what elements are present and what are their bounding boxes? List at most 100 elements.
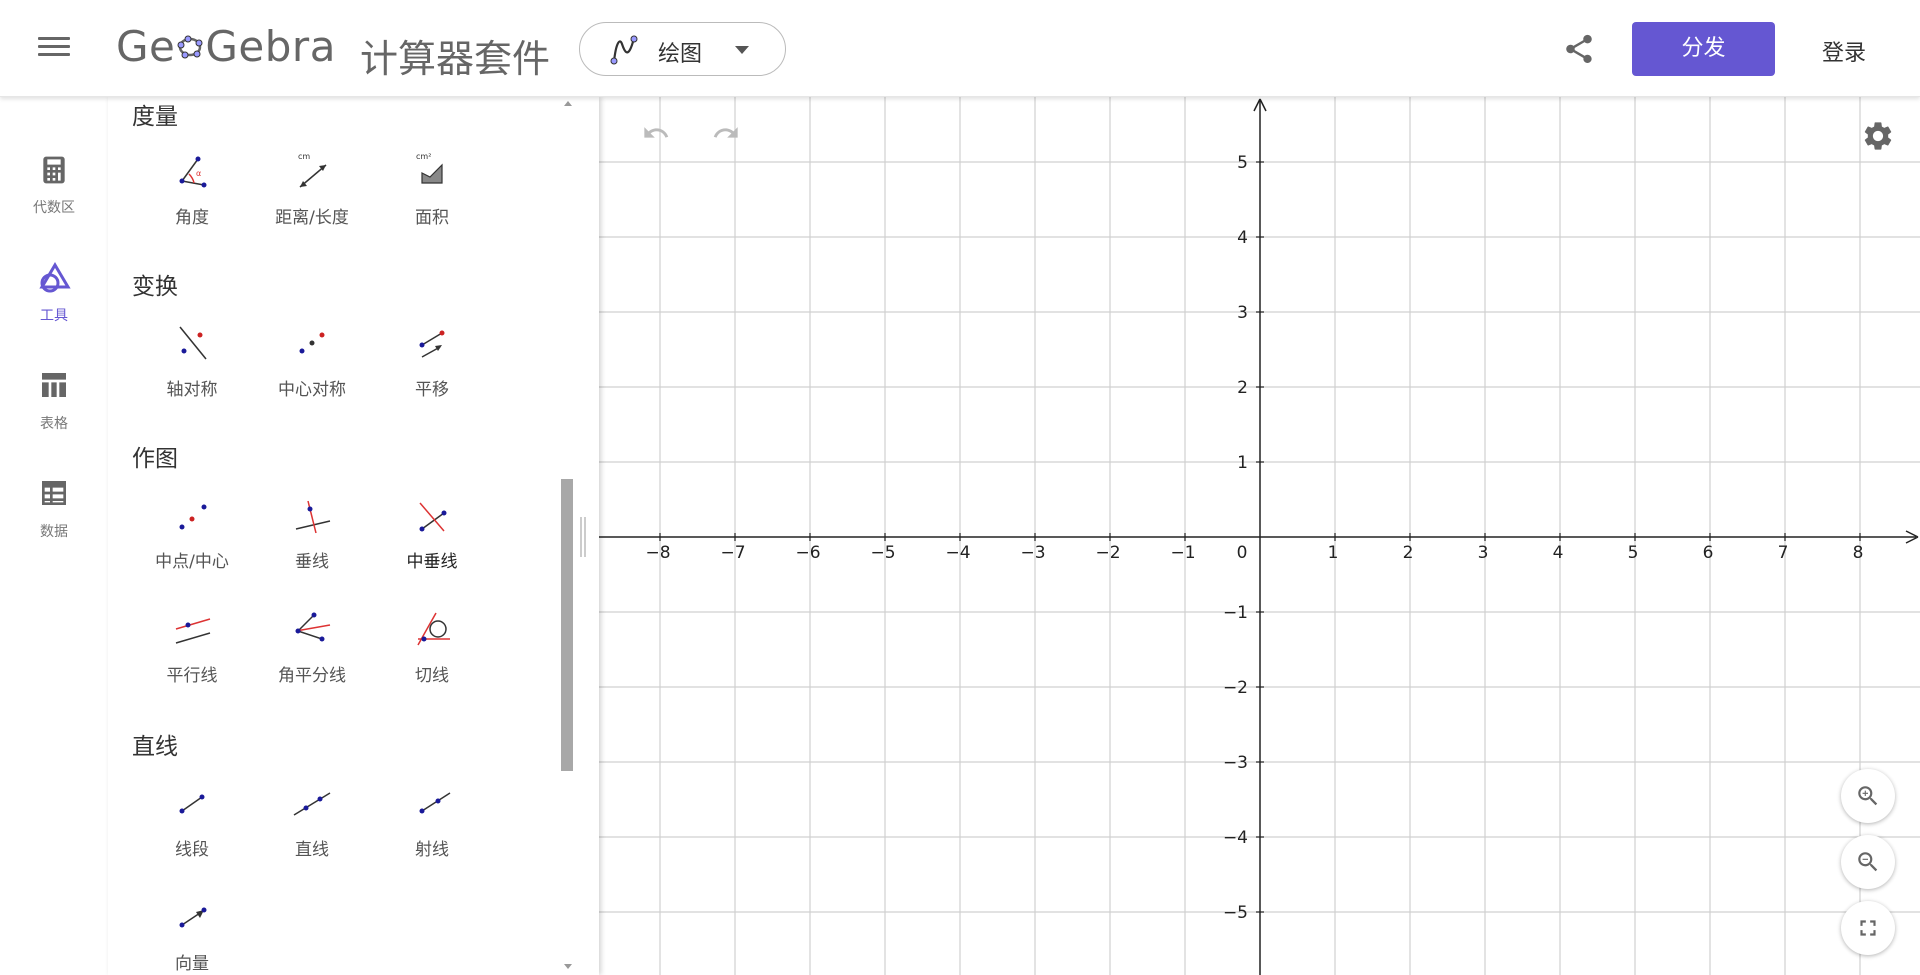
- table-icon: [42, 373, 66, 397]
- tool-label: 平移: [415, 380, 449, 400]
- segment-tool-icon: [179, 794, 205, 814]
- angle-tool-icon: α: [179, 156, 207, 188]
- tool-label: 平行线: [166, 666, 218, 686]
- redo-icon[interactable]: [709, 119, 743, 147]
- section-title-measurement: 度量: [132, 104, 178, 130]
- rail-item-table[interactable]: 表格: [0, 369, 108, 449]
- y-tick-label: 1: [1237, 453, 1248, 473]
- tangents-tool-icon: [417, 612, 450, 646]
- tools-scrollbar-thumb[interactable]: [561, 479, 573, 771]
- line-tool-icon: [293, 792, 331, 816]
- publish-button[interactable]: 分发: [1632, 22, 1775, 76]
- y-tick-label: −5: [1223, 903, 1248, 923]
- graphing-app-icon: [610, 35, 638, 65]
- tool-angle-bisector[interactable]: 角平分线: [252, 609, 372, 689]
- tool-distance[interactable]: cm 距离/长度: [252, 151, 372, 231]
- x-tick-label: −1: [1170, 543, 1195, 563]
- tool-tangents[interactable]: 切线: [372, 609, 492, 689]
- rail-item-tools[interactable]: 工具: [0, 261, 108, 341]
- suite-title: 计算器套件: [360, 37, 551, 81]
- section-title-transform: 变换: [132, 274, 178, 300]
- gear-icon[interactable]: [1861, 119, 1895, 153]
- chevron-down-icon: [735, 46, 749, 54]
- tool-label: 切线: [415, 666, 449, 686]
- svg-text:α: α: [196, 169, 201, 178]
- fullscreen-button[interactable]: [1841, 901, 1895, 955]
- tool-ray[interactable]: 射线: [372, 783, 492, 863]
- menu-icon[interactable]: [38, 34, 70, 62]
- calculator-icon: [43, 156, 65, 184]
- svg-text:cm: cm: [298, 152, 310, 161]
- scroll-down-arrow-icon[interactable]: [564, 964, 572, 969]
- tool-label: 轴对称: [166, 380, 218, 400]
- tool-label: 角度: [175, 208, 209, 228]
- section-title-lines: 直线: [132, 734, 178, 760]
- rail-item-label: 代数区: [33, 200, 75, 216]
- share-icon[interactable]: [1562, 32, 1596, 70]
- undo-icon[interactable]: [639, 119, 673, 147]
- top-app-bar: Ge Gebra 计算器套件 绘图 分发 登录: [0, 0, 1920, 97]
- y-tick-label: 5: [1237, 153, 1248, 173]
- x-tick-label: 8: [1853, 543, 1864, 563]
- tool-translate[interactable]: 平移: [372, 323, 492, 403]
- x-tick-label: 6: [1703, 543, 1714, 563]
- x-tick-label: −4: [945, 543, 970, 563]
- tool-perpendicular-bisector[interactable]: 中垂线: [372, 495, 492, 575]
- tool-area[interactable]: cm² 面积: [372, 151, 492, 231]
- tool-label: 中垂线: [406, 552, 458, 572]
- y-tick-label: −1: [1223, 603, 1248, 623]
- tool-midpoint[interactable]: 中点/中心: [132, 495, 252, 575]
- zoom-in-icon: [1858, 786, 1878, 806]
- parallel-tool-icon: [175, 618, 211, 644]
- x-tick-label: −5: [870, 543, 895, 563]
- x-tick-label: 3: [1478, 543, 1489, 563]
- rail-item-algebra[interactable]: 代数区: [0, 153, 108, 233]
- tool-label: 距离/长度: [275, 208, 349, 228]
- coordinate-grid[interactable]: −8 −7 −6 −5 −4 −3 −2 −1 0 1 2 3 4 5 6 7 8 5 4 3 2 1 −1 −2 −3 −4 −5: [599, 97, 1920, 975]
- zoom-out-button[interactable]: [1841, 835, 1895, 889]
- ray-tool-icon: [419, 792, 451, 814]
- tool-vector[interactable]: 向量: [132, 897, 252, 975]
- tool-parallel[interactable]: 平行线: [132, 609, 252, 689]
- tool-reflect[interactable]: 轴对称: [132, 323, 252, 403]
- x-tick-label: −8: [645, 543, 670, 563]
- reflect-tool-icon: [179, 326, 207, 360]
- tools-panel: 度量 α 角度 cm 距离/长度 cm² 面积 变换 轴对称 中心对称 平移 作…: [108, 97, 599, 975]
- rail-item-label: 工具: [40, 308, 68, 324]
- x-tick-label: 5: [1628, 543, 1639, 563]
- tool-label: 中心对称: [278, 380, 346, 400]
- tool-angle[interactable]: α 角度: [132, 151, 252, 231]
- translate-tool-icon: [419, 330, 445, 358]
- login-button[interactable]: 登录: [1822, 35, 1866, 67]
- logo-suffix: Gebra: [205, 22, 336, 71]
- y-tick-label: −3: [1223, 753, 1248, 773]
- x-tick-label: 1: [1328, 543, 1339, 563]
- area-tool-icon: cm²: [416, 152, 443, 184]
- app-selector-label: 绘图: [658, 42, 703, 67]
- panel-resize-handle[interactable]: [580, 517, 586, 557]
- zoom-in-button[interactable]: [1841, 769, 1895, 823]
- tool-perpendicular[interactable]: 垂线: [252, 495, 372, 575]
- logo-prefix: Ge: [116, 22, 176, 71]
- rail-item-label: 数据: [40, 524, 68, 540]
- graphics-view[interactable]: −8 −7 −6 −5 −4 −3 −2 −1 0 1 2 3 4 5 6 7 8 5 4 3 2 1 −1 −2 −3 −4 −5: [599, 97, 1920, 975]
- tool-line[interactable]: 直线: [252, 783, 372, 863]
- angle-bisector-tool-icon: [295, 612, 331, 642]
- tool-label: 线段: [175, 840, 209, 860]
- app-selector-dropdown[interactable]: 绘图: [579, 22, 786, 76]
- tool-point-reflect[interactable]: 中心对称: [252, 323, 372, 403]
- x-tick-label: −7: [720, 543, 745, 563]
- tool-segment[interactable]: 线段: [132, 783, 252, 863]
- scroll-up-arrow-icon[interactable]: [564, 101, 572, 106]
- tool-label: 向量: [175, 954, 209, 974]
- rail-item-data[interactable]: 数据: [0, 477, 108, 557]
- y-tick-label: −2: [1223, 678, 1248, 698]
- data-icon: [42, 481, 66, 505]
- x-tick-label: −3: [1020, 543, 1045, 563]
- tool-label: 直线: [295, 840, 329, 860]
- perpendicular-bisector-tool-icon: [419, 502, 447, 532]
- y-tick-label: 4: [1237, 228, 1248, 248]
- tool-label: 垂线: [295, 552, 329, 572]
- midpoint-tool-icon: [179, 504, 207, 530]
- y-tick-label: −4: [1223, 828, 1248, 848]
